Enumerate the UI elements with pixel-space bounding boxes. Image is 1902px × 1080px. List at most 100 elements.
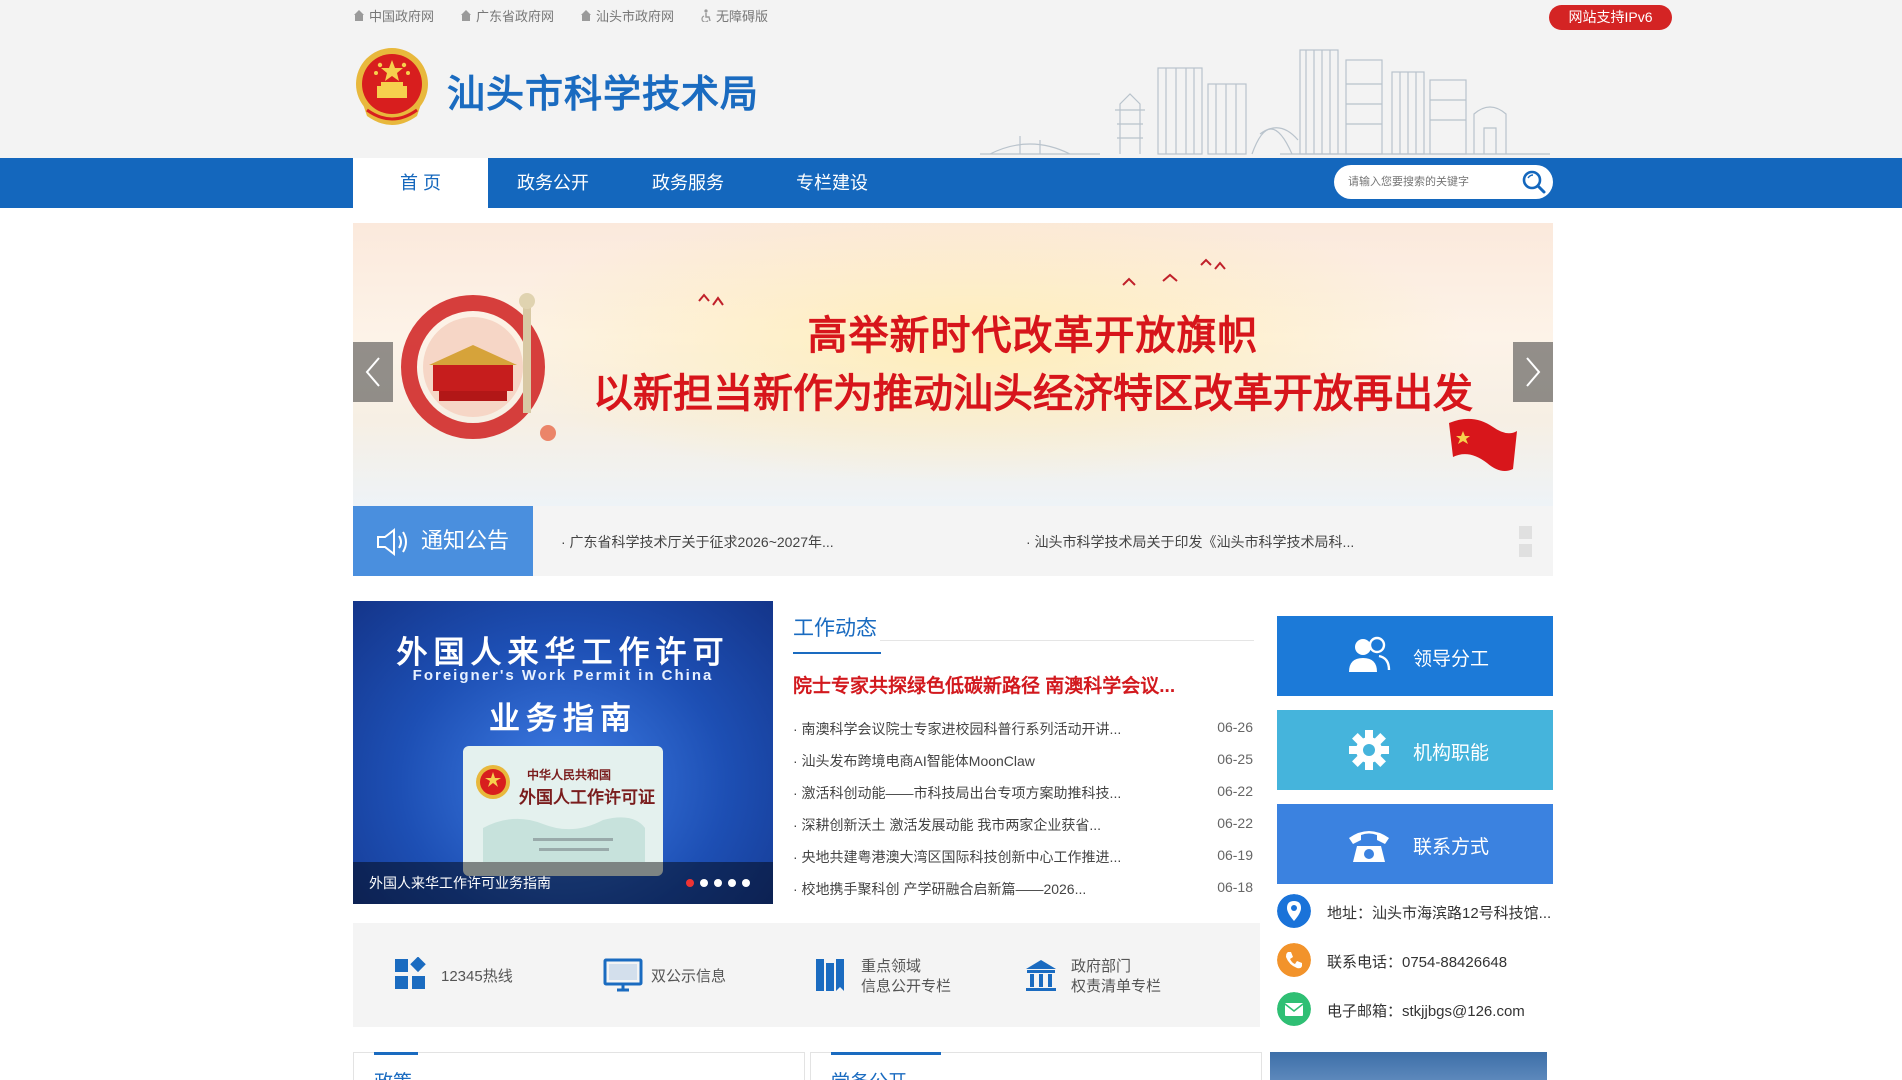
- news-divider: [880, 640, 1254, 641]
- news-date: 06-19: [1217, 847, 1253, 863]
- work-permit-feature[interactable]: 外国人来华工作许可 Foreigner's Work Permit in Chi…: [353, 601, 773, 904]
- notice-title: 通知公告: [421, 528, 510, 553]
- birds-decoration: [698, 258, 1226, 306]
- notice-bar: 通知公告 · 广东省科学技术厅关于征求2026~2027年... · 汕头市科学…: [353, 506, 1553, 576]
- card-line1: 中华人民共和国: [527, 768, 612, 782]
- notice-item[interactable]: · 汕头市科学技术局关于印发《汕头市科学技术局科...: [1026, 532, 1354, 552]
- quick-link-label: 12345热线: [441, 968, 513, 985]
- nav-government-affairs[interactable]: 政务公开: [498, 158, 608, 208]
- news-row[interactable]: · 汕头发布跨境电商AI智能体MoonClaw 06-25: [793, 751, 1253, 771]
- home-icon: [580, 10, 592, 21]
- phone-icon: [1277, 943, 1311, 977]
- news-row[interactable]: · 南澳科学会议院士专家进校园科普行系列活动开讲... 06-26: [793, 719, 1253, 739]
- panel-accent-bar: [374, 1052, 418, 1055]
- top-link-label: 中国政府网: [369, 9, 435, 24]
- feature-title: 外国人来华工作许可: [396, 635, 730, 670]
- search-box: [1334, 165, 1553, 199]
- carousel-dot[interactable]: [714, 879, 722, 887]
- news-title: · 汕头发布跨境电商AI智能体MoonClaw: [793, 753, 1035, 769]
- quick-link-sublabel: 信息公开专栏: [861, 978, 952, 995]
- top-link-shantou[interactable]: 汕头市政府网: [580, 6, 674, 25]
- news-date: 06-18: [1217, 879, 1253, 895]
- quick-link-label: 政府部门: [1071, 958, 1132, 975]
- news-title: · 深耕创新沃土 激活发展动能 我市两家企业获省...: [793, 817, 1101, 833]
- top-link-label: 无障碍版: [716, 9, 769, 24]
- news-title: · 南澳科学会议院士专家进校园科普行系列活动开讲...: [793, 721, 1122, 737]
- carousel-dot[interactable]: [686, 879, 694, 887]
- accessibility-icon: [701, 9, 711, 22]
- news-title: · 央地共建粤港澳大湾区国际科技创新中心工作推进...: [793, 849, 1122, 865]
- news-row[interactable]: · 深耕创新沃土 激活发展动能 我市两家企业获省... 06-22: [793, 815, 1253, 835]
- banner-prev-button[interactable]: [353, 342, 393, 402]
- location-icon: [1277, 894, 1311, 928]
- ipv6-badge[interactable]: 网站支持IPv6: [1549, 5, 1672, 30]
- news-row[interactable]: · 央地共建粤港澳大湾区国际科技创新中心工作推进... 06-19: [793, 847, 1253, 867]
- feature-title-en: Foreigner's Work Permit in China: [412, 667, 714, 684]
- search-icon[interactable]: [1521, 169, 1547, 195]
- panel-heading[interactable]: 政策: [374, 1067, 412, 1080]
- party-affairs-panel: 党务公开: [810, 1052, 1262, 1080]
- notice-up-button[interactable]: [1519, 526, 1532, 539]
- search-input[interactable]: [1348, 173, 1508, 191]
- news-row[interactable]: · 校地携手聚科创 产学研融合启新篇——2026... 06-18: [793, 879, 1253, 899]
- monitor-icon: [603, 958, 643, 992]
- notice-heading: 通知公告: [353, 506, 533, 576]
- carousel-dot[interactable]: [700, 879, 708, 887]
- top-link-accessibility[interactable]: 无障碍版: [700, 6, 768, 25]
- notice-down-button[interactable]: [1519, 544, 1532, 557]
- leadership-label: 领导分工: [1413, 649, 1490, 670]
- feature-subtitle: 业务指南: [489, 701, 637, 736]
- contact-address: 地址：汕头市海滨路12号科技馆...: [1277, 894, 1567, 930]
- email-text: 电子邮箱：stkjjbgs@126.com: [1327, 1003, 1525, 1020]
- card-map-graphic: [483, 817, 645, 862]
- organization-button[interactable]: 机构职能: [1277, 710, 1553, 790]
- quick-link-power-list[interactable]: 政府部门 权责清单专栏: [1023, 953, 1203, 997]
- news-headline[interactable]: 院士专家共探绿色低碳新路径 南澳科学会议...: [793, 671, 1175, 698]
- news-title: · 激活科创动能——市科技局出台专项方案助推科技...: [793, 785, 1122, 801]
- nav-special-columns[interactable]: 专栏建设: [772, 158, 892, 208]
- card-line2: 外国人工作许可证: [519, 788, 655, 807]
- news-date: 06-22: [1217, 815, 1253, 831]
- side-promo-image[interactable]: [1270, 1052, 1547, 1080]
- grid-icon: [395, 957, 426, 989]
- carousel-dot[interactable]: [728, 879, 736, 887]
- top-link-guangdong[interactable]: 广东省政府网: [460, 6, 554, 25]
- red-flag-decoration: [1449, 418, 1517, 471]
- contact-email: 电子邮箱：stkjjbgs@126.com: [1277, 992, 1567, 1028]
- chevron-left-icon: [365, 357, 380, 387]
- top-link-gov-cn[interactable]: 中国政府网: [353, 6, 434, 25]
- people-icon: [1349, 636, 1391, 672]
- card-emblem-icon: [476, 765, 510, 799]
- carousel-dot[interactable]: [742, 879, 750, 887]
- news-date: 06-26: [1217, 719, 1253, 735]
- contact-button[interactable]: 联系方式: [1277, 804, 1553, 884]
- home-icon: [353, 10, 365, 21]
- panel-accent-bar: [831, 1052, 941, 1055]
- phone-text: 联系电话：0754-88426648: [1327, 954, 1508, 971]
- banner-next-button[interactable]: [1513, 342, 1553, 402]
- contact-phone: 联系电话：0754-88426648: [1277, 943, 1567, 979]
- notice-item[interactable]: · 广东省科学技术厅关于征求2026~2027年...: [561, 532, 834, 552]
- government-building-icon: [1026, 960, 1056, 991]
- gear-icon: [1349, 730, 1389, 770]
- nav-government-services[interactable]: 政务服务: [632, 158, 744, 208]
- banner-subheadline: 以新担当新作为推动汕头经济特区改革开放再出发: [593, 372, 1473, 416]
- leadership-button[interactable]: 领导分工: [1277, 616, 1553, 696]
- top-link-label: 汕头市政府网: [596, 9, 675, 24]
- main-nav: [0, 158, 1902, 208]
- quick-link-double-publicity[interactable]: 双公示信息: [603, 953, 753, 997]
- chevron-right-icon: [1526, 357, 1541, 387]
- panel-heading[interactable]: 党务公开: [831, 1067, 907, 1080]
- news-title: · 校地携手聚科创 产学研融合启新篇——2026...: [793, 881, 1087, 897]
- contact-label: 联系方式: [1413, 837, 1490, 858]
- quick-link-key-areas[interactable]: 重点领域 信息公开专栏: [813, 953, 983, 997]
- national-emblem-logo: [356, 48, 428, 125]
- news-row[interactable]: · 激活科创动能——市科技局出台专项方案助推科技... 06-22: [793, 783, 1253, 803]
- nav-home[interactable]: 首 页: [353, 158, 488, 208]
- news-heading[interactable]: 工作动态: [793, 612, 881, 654]
- quick-link-sublabel: 权责清单专栏: [1071, 978, 1162, 995]
- speaker-icon: [377, 527, 407, 557]
- quick-link-hotline[interactable]: 12345热线: [393, 953, 543, 997]
- hero-banner[interactable]: 高举新时代改革开放旗帜 以新担当新作为推动汕头经济特区改革开放再出发: [353, 223, 1553, 506]
- carousel-dots: [686, 879, 750, 887]
